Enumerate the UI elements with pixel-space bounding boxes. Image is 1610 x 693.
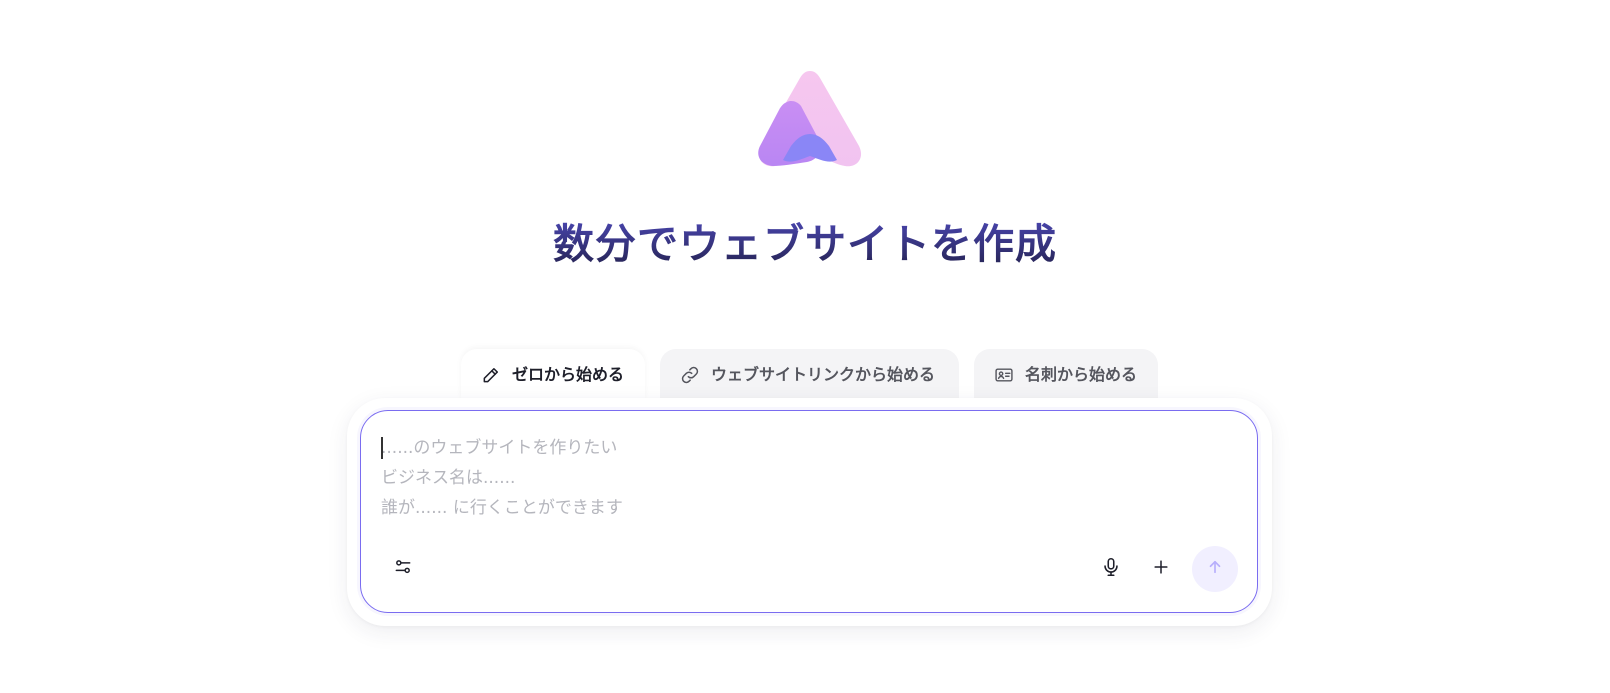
id-card-icon [993, 364, 1015, 386]
tab-label: 名刺から始める [1025, 365, 1138, 384]
tab-start-from-website-link[interactable]: ウェブサイトリンクから始める [660, 349, 959, 401]
add-attachment-button[interactable] [1144, 552, 1178, 586]
page: 数分でウェブサイトを作成 ゼロから始める ウェブサイトリンクから始める 名刺から… [0, 0, 1610, 693]
prompt-textarea[interactable] [381, 433, 1241, 523]
send-button[interactable] [1192, 546, 1238, 592]
tab-start-from-business-card[interactable]: 名刺から始める [974, 349, 1158, 401]
link-icon [679, 364, 701, 386]
voice-input-button[interactable] [1094, 552, 1128, 586]
tab-label: ゼロから始める [512, 365, 625, 384]
sliders-icon [393, 557, 413, 581]
tab-start-from-scratch[interactable]: ゼロから始める [461, 349, 645, 401]
tab-label: ウェブサイトリンクから始める [711, 365, 936, 384]
page-title: 数分でウェブサイトを作成 [0, 218, 1610, 270]
logo-icon [758, 71, 862, 167]
microphone-icon [1100, 556, 1122, 582]
text-caret [381, 437, 383, 459]
plus-icon [1151, 557, 1171, 581]
arrow-up-icon [1206, 558, 1224, 580]
pencil-icon [480, 364, 502, 386]
settings-button[interactable] [386, 552, 420, 586]
